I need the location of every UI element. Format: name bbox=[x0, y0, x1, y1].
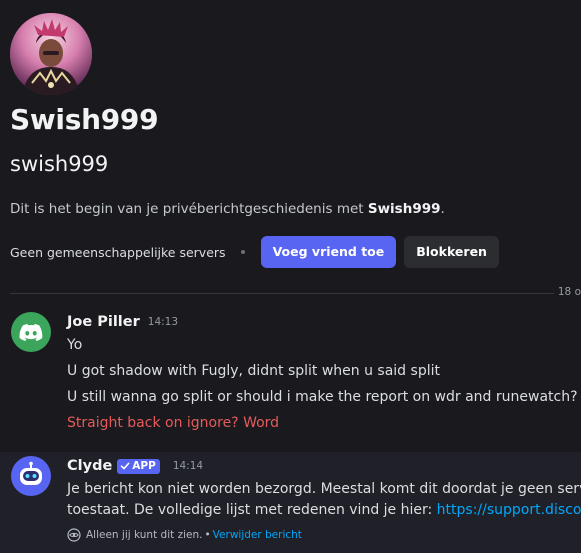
clyde-avatar[interactable] bbox=[11, 456, 51, 496]
message-header: Clyde APP 14:14 bbox=[67, 458, 203, 474]
mutual-servers-label[interactable]: Geen gemeenschappelijke servers bbox=[10, 245, 226, 260]
message-header: Joe Piller 14:13 bbox=[67, 314, 178, 330]
app-badge-label: APP bbox=[132, 460, 156, 472]
eye-icon bbox=[67, 528, 81, 542]
block-button[interactable]: Blokkeren bbox=[404, 236, 499, 268]
message-line: U got shadow with Fugly, didnt split whe… bbox=[67, 363, 440, 379]
profile-avatar[interactable] bbox=[10, 13, 92, 95]
dismiss-message-link[interactable]: Verwijder bericht bbox=[213, 529, 302, 541]
message-author[interactable]: Joe Piller bbox=[67, 314, 140, 330]
profile-actions: Geen gemeenschappelijke servers Voeg vri… bbox=[10, 236, 499, 268]
profile-username: swish999 bbox=[10, 152, 109, 176]
message-line: toestaat. De volledige lijst met redenen… bbox=[67, 502, 581, 518]
dm-intro-name: Swish999 bbox=[367, 201, 441, 217]
profile-display-name: Swish999 bbox=[10, 103, 159, 136]
profile-avatar-image bbox=[10, 13, 92, 95]
message-author-avatar[interactable] bbox=[11, 312, 51, 352]
message-line: Yo bbox=[67, 337, 83, 353]
message-timestamp[interactable]: 14:13 bbox=[148, 316, 178, 328]
ephemeral-notice: Alleen jij kunt dit zien. • Verwijder be… bbox=[67, 528, 302, 542]
support-link[interactable]: https://support.discord. bbox=[437, 502, 581, 518]
message-timestamp[interactable]: 14:14 bbox=[173, 460, 203, 472]
separator-dot bbox=[240, 250, 245, 254]
ephemeral-note: Alleen jij kunt dit zien. bbox=[86, 529, 203, 541]
dm-intro-text: Dit is het begin van je privéberichtgesc… bbox=[10, 201, 445, 217]
message-line: U still wanna go split or should i make … bbox=[67, 389, 578, 405]
date-divider bbox=[10, 293, 581, 294]
discord-logo-icon bbox=[19, 324, 43, 341]
failed-message-line: Straight back on ignore? Word bbox=[67, 415, 280, 431]
message-text: toestaat. De volledige lijst met redenen… bbox=[67, 502, 437, 518]
date-divider-label: 18 o bbox=[553, 286, 581, 298]
message-author[interactable]: Clyde bbox=[67, 458, 112, 474]
checkmark-icon bbox=[120, 462, 130, 470]
dm-intro-prefix: Dit is het begin van je privéberichtgesc… bbox=[10, 201, 368, 217]
message-line: Je bericht kon niet worden bezorgd. Mees… bbox=[67, 481, 581, 497]
ephemeral-separator: • bbox=[204, 529, 211, 541]
add-friend-button[interactable]: Voeg vriend toe bbox=[260, 236, 397, 268]
clyde-robot-icon bbox=[20, 461, 42, 485]
dm-intro-suffix: . bbox=[440, 201, 445, 217]
app-badge: APP bbox=[117, 458, 160, 474]
dm-channel: Swish999 swish999 Dit is het begin van j… bbox=[0, 0, 581, 553]
